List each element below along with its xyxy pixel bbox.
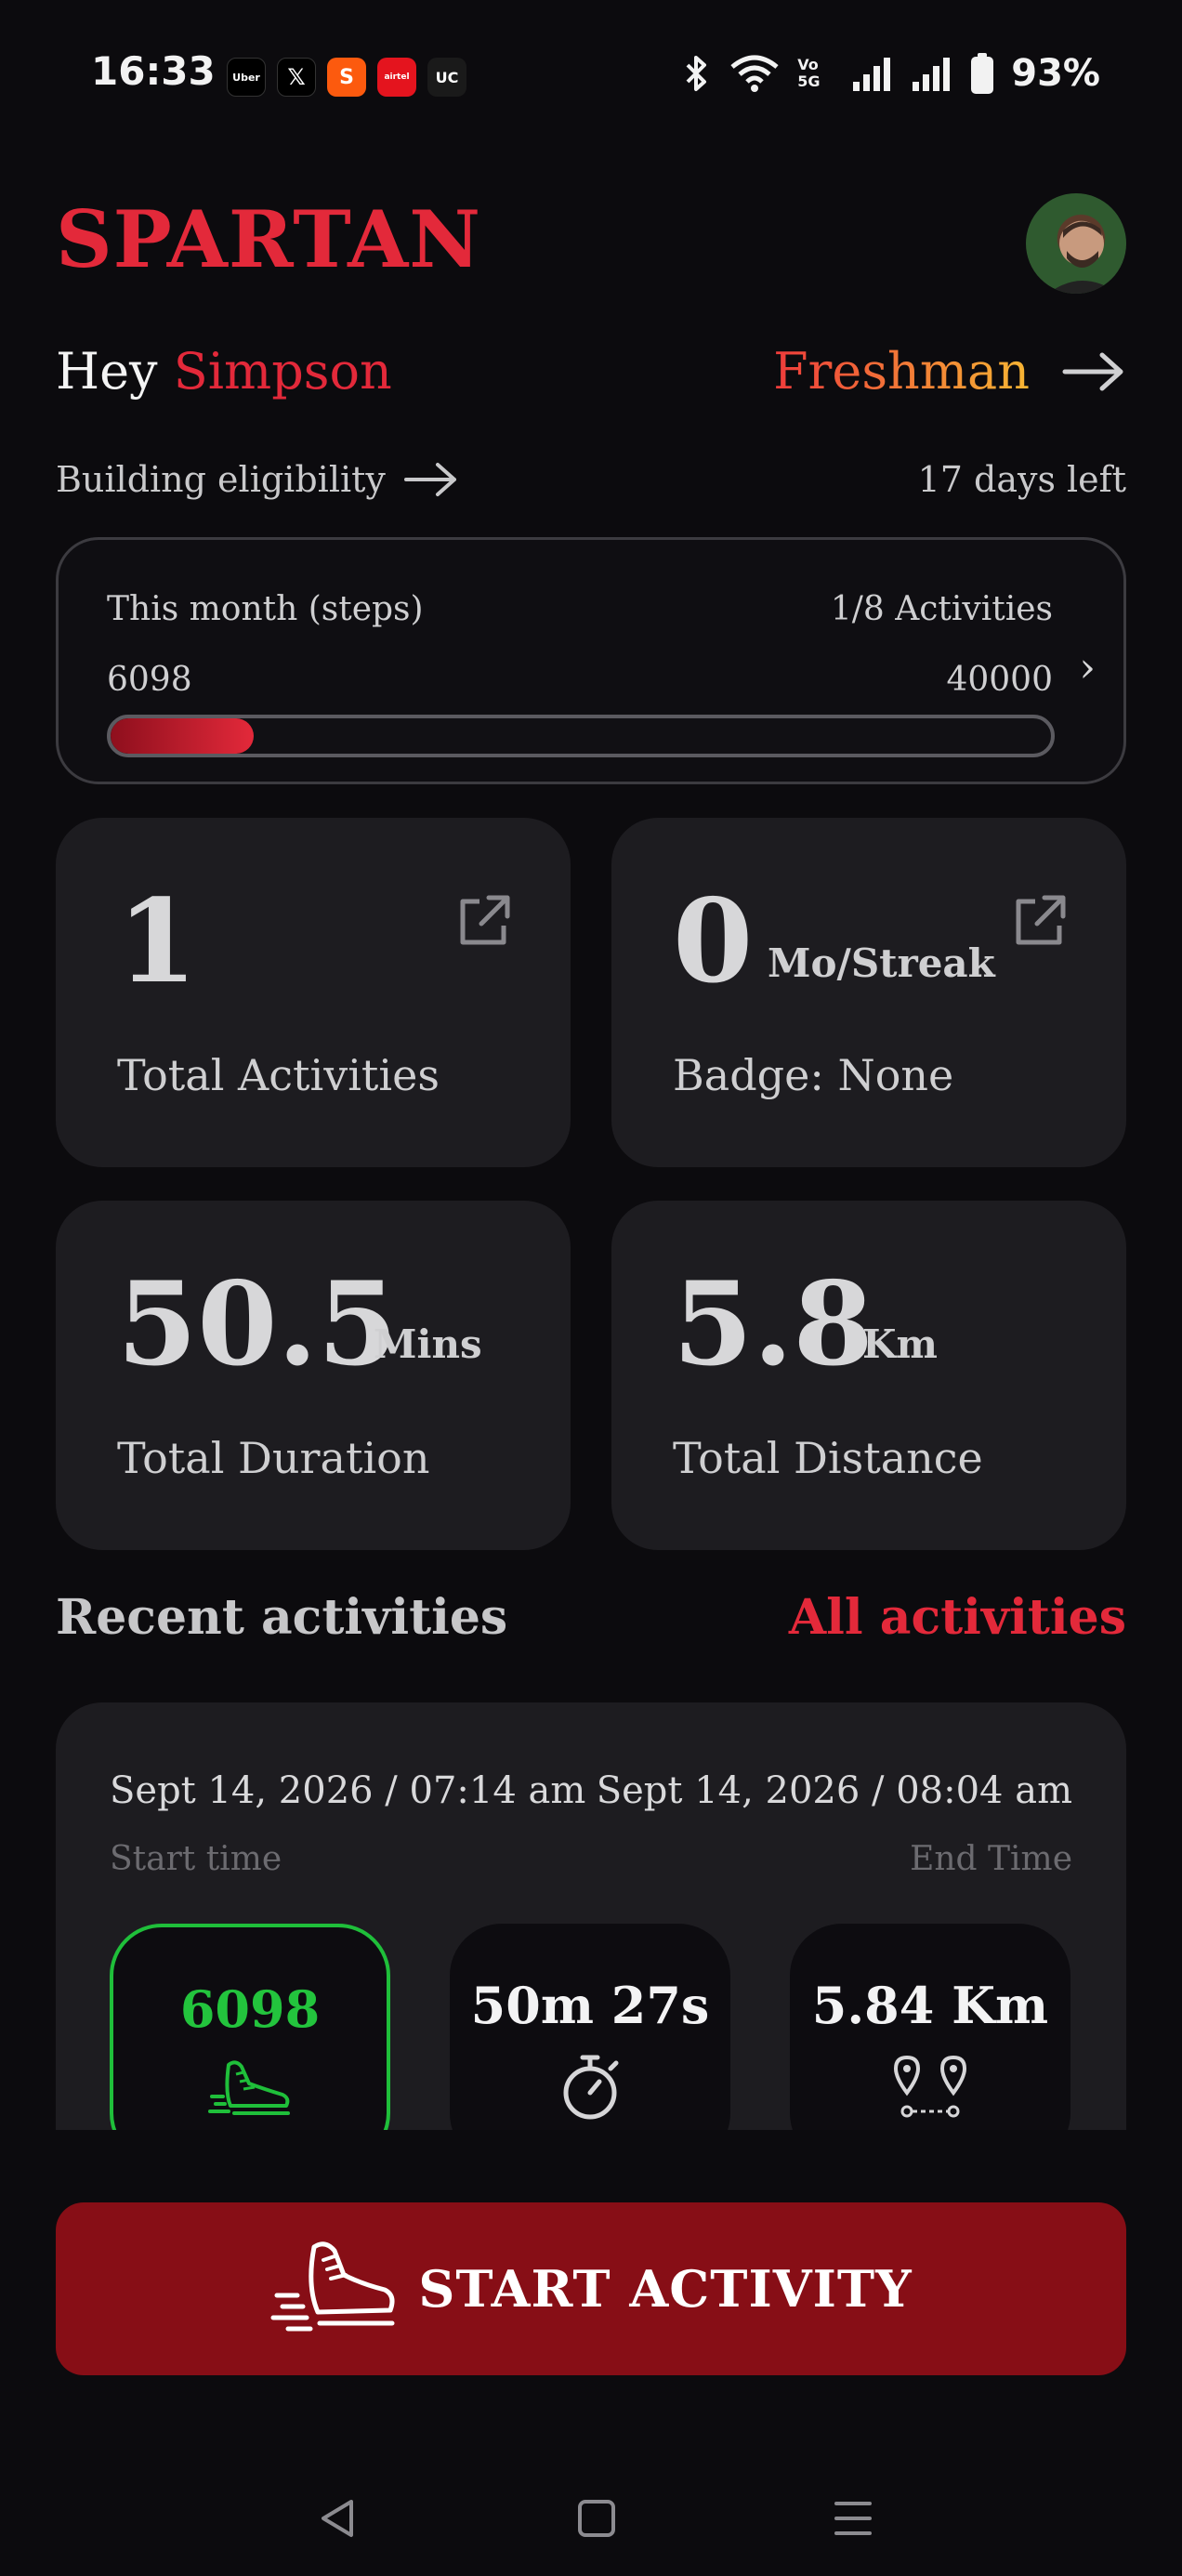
eligibility-link[interactable]: Building eligibility: [56, 459, 460, 500]
steps-value: 6098: [179, 1979, 321, 2039]
signal-icon-2: [911, 54, 953, 93]
steps-progress-bar: [107, 715, 1055, 757]
back-triangle-icon: [322, 2500, 353, 2537]
stat-value: 50.5: [117, 1257, 399, 1392]
duration-pill[interactable]: 50m 27s: [450, 1924, 730, 2130]
stat-value: 1: [117, 874, 198, 1009]
arrow-right-icon: [403, 463, 456, 496]
signal-icon-1: [851, 54, 894, 93]
rank-label: Freshman: [773, 342, 1030, 401]
swiggy-icon: S: [327, 58, 366, 97]
stat-total-activities[interactable]: 1 Total Activities: [56, 818, 571, 1167]
stat-value: 5.8: [673, 1257, 873, 1392]
external-link-icon[interactable]: [1011, 892, 1069, 950]
bluetooth-icon: [680, 54, 712, 93]
start-datetime: Sept 14, 2026 / 07:14 am: [110, 1769, 586, 1812]
status-bar: 16:33 Uber 𝕏 S airtel UC Vo 5G 93%: [0, 0, 1182, 130]
nav-back-button[interactable]: [310, 2491, 366, 2546]
chevron-right-icon: ›: [1079, 644, 1096, 691]
stat-unit: Km: [862, 1321, 938, 1367]
progress-title: This month (steps): [107, 590, 424, 628]
user-name: Simpson: [173, 342, 392, 401]
stopwatch-icon: [563, 2055, 619, 2120]
status-time: 16:33: [91, 48, 216, 94]
stat-unit: Mo/Streak: [768, 940, 995, 986]
greeting-text: Hey: [56, 342, 158, 401]
notification-icons: Uber 𝕏 S airtel UC: [227, 58, 466, 97]
system-icons: Vo 5G 93%: [680, 52, 1100, 95]
avatar[interactable]: [1026, 193, 1126, 294]
avatar-photo-icon: [1048, 221, 1119, 294]
steps-pill[interactable]: 6098: [110, 1924, 390, 2130]
stat-label: Total Activities: [117, 1050, 440, 1100]
distance-value: 5.84 Km: [811, 1976, 1049, 2035]
activities-count: 1/8 Activities: [830, 590, 1053, 628]
x-icon: 𝕏: [277, 58, 316, 97]
shoe-icon: [208, 2060, 290, 2115]
stat-total-distance: 5.8 Km Total Distance: [611, 1201, 1126, 1550]
battery-percent: 93%: [1011, 52, 1100, 95]
airtel-icon: airtel: [377, 58, 416, 97]
start-activity-button[interactable]: START ACTIVITY: [56, 2202, 1126, 2375]
stat-value: 0: [673, 874, 754, 1009]
nav-home-button[interactable]: [569, 2491, 624, 2546]
steps-goal: 40000: [946, 661, 1053, 699]
brand-logo: SPARTAN: [56, 193, 482, 285]
nav-menu-button[interactable]: [825, 2491, 881, 2546]
greeting: Hey Simpson: [56, 342, 392, 401]
steps-current: 6098: [107, 661, 192, 699]
running-shoe-icon: [270, 2241, 395, 2332]
menu-lines-icon: [834, 2502, 872, 2535]
start-time-label: Start time: [110, 1840, 282, 1878]
rank-link[interactable]: Freshman: [773, 342, 1126, 401]
stat-label: Total Duration: [117, 1433, 430, 1483]
stat-unit: Mins: [374, 1321, 482, 1367]
external-link-icon[interactable]: [455, 892, 513, 950]
monthly-progress-card[interactable]: This month (steps) 1/8 Activities 6098 4…: [56, 537, 1126, 784]
end-datetime: Sept 14, 2026 / 08:04 am: [596, 1769, 1072, 1812]
stat-label: Total Distance: [673, 1433, 983, 1483]
route-pins-icon: [893, 2055, 967, 2118]
end-time-label: End Time: [910, 1840, 1072, 1878]
duration-value: 50m 27s: [470, 1976, 710, 2035]
days-left: 17 days left: [917, 459, 1126, 500]
stat-label: Badge: None: [673, 1050, 954, 1100]
stat-streak[interactable]: 0 Mo/Streak Badge: None: [611, 818, 1126, 1167]
steps-progress-fill: [111, 718, 255, 754]
recent-activities-title: Recent activities: [56, 1589, 508, 1646]
volte-5g-icon: Vo 5G: [797, 56, 821, 90]
system-nav-bar: [0, 2453, 1182, 2576]
wifi-icon: [729, 54, 781, 93]
battery-icon: [970, 53, 994, 94]
stat-total-duration: 50.5 Mins Total Duration: [56, 1201, 571, 1550]
all-activities-link[interactable]: All activities: [789, 1589, 1126, 1646]
eligibility-label: Building eligibility: [56, 459, 386, 500]
uc-browser-icon: UC: [427, 58, 466, 97]
start-activity-label: START ACTIVITY: [418, 2259, 913, 2319]
uber-icon: Uber: [227, 58, 266, 97]
recent-activity-card[interactable]: Sept 14, 2026 / 07:14 am Sept 14, 2026 /…: [56, 1702, 1126, 2130]
arrow-right-icon: [1062, 352, 1123, 390]
home-square-icon: [578, 2500, 615, 2537]
distance-pill[interactable]: 5.84 Km: [790, 1924, 1070, 2130]
